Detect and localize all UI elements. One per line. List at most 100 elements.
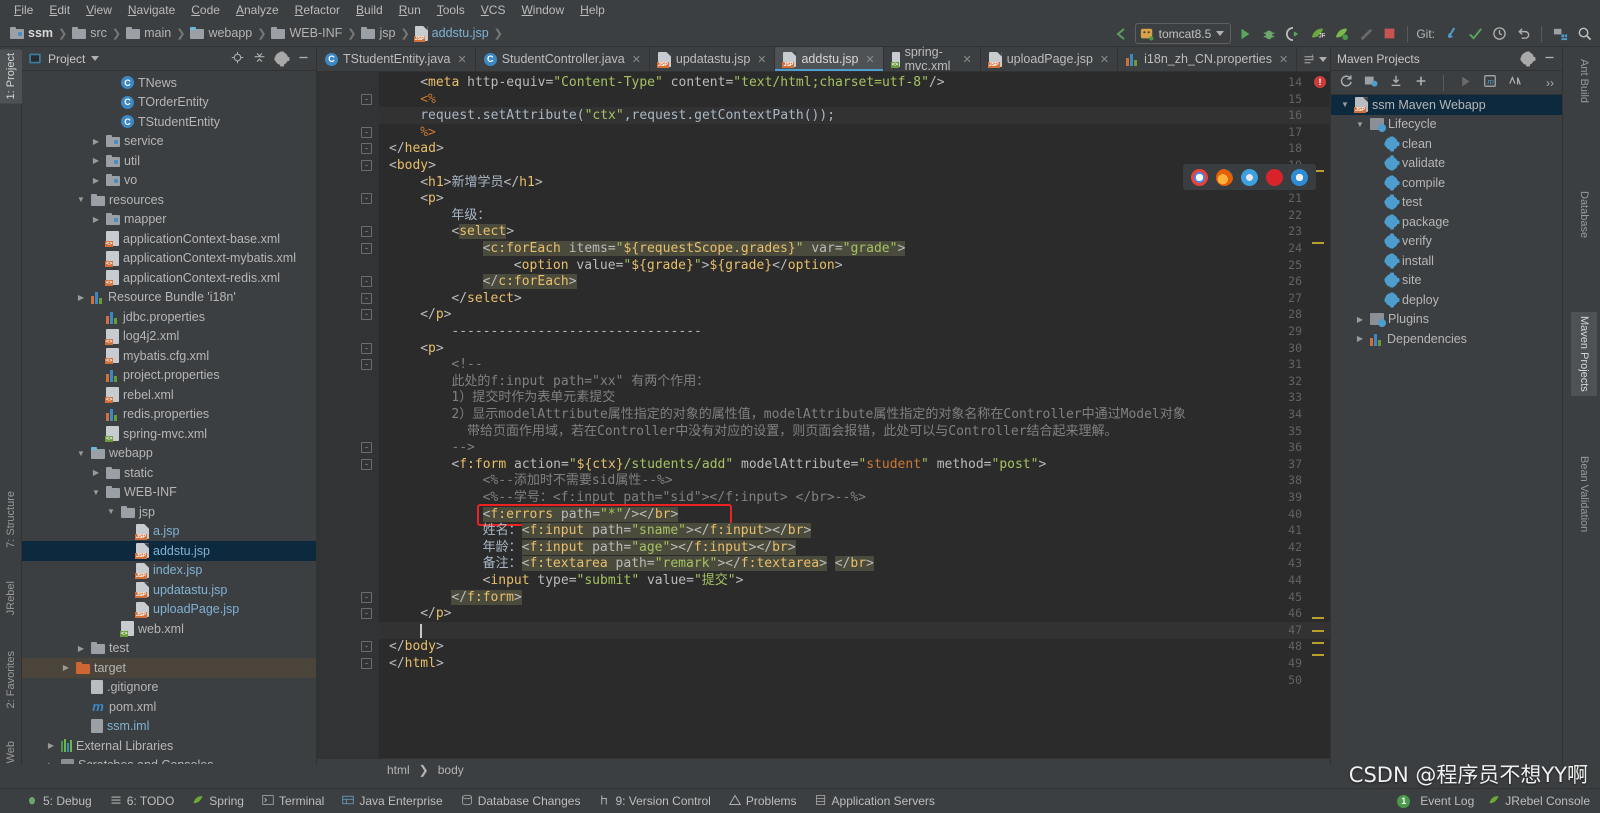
code-line[interactable]: <p> — [389, 341, 443, 358]
menu-item-run[interactable]: Run — [391, 1, 429, 19]
scrollbar-marker[interactable] — [1312, 242, 1324, 244]
safari-icon[interactable] — [1241, 168, 1258, 186]
code-line[interactable]: 年级： — [389, 208, 490, 225]
chevron-right-icon[interactable]: ▶ — [45, 741, 57, 750]
collapse-all-icon[interactable] — [253, 51, 266, 67]
code-line[interactable]: <f:form action="${ctx}/students/add" mod… — [389, 457, 1046, 474]
tree-node-updatastu-jsp[interactable]: updatastu.jsp — [22, 580, 316, 600]
code-fold-toggle[interactable]: - — [361, 193, 372, 205]
breadcrumb-item-ssm[interactable]: ssm — [8, 26, 55, 40]
jrebel-run-icon[interactable]: JR — [1307, 24, 1327, 44]
error-indicator-badge[interactable]: ! — [1314, 76, 1326, 88]
code-fold-toggle[interactable]: - — [361, 342, 372, 354]
menu-item-window[interactable]: Window — [513, 1, 572, 19]
hide-icon[interactable] — [297, 51, 310, 67]
rollback-icon[interactable] — [1513, 24, 1533, 44]
tree-node-resource-bundle--i18n-[interactable]: ▶ Resource Bundle 'i18n' — [22, 288, 316, 308]
breadcrumb-item-webapp[interactable]: webapp — [188, 26, 254, 40]
tree-node-scratches-and-consoles[interactable]: ▶ Scratches and Consoles — [22, 756, 316, 764]
editor-tab-studentcontroller-java[interactable]: C StudentController.java ✕ — [476, 47, 650, 71]
right-tool-tab-ant-build[interactable]: Ant Build — [1571, 55, 1597, 107]
menu-item-help[interactable]: Help — [572, 1, 613, 19]
menu-item-navigate[interactable]: Navigate — [120, 1, 183, 19]
right-tool-tab-maven-projects[interactable]: Maven Projects — [1571, 312, 1597, 396]
close-icon[interactable]: ✕ — [1100, 53, 1109, 66]
tree-node-external-libraries[interactable]: ▶ External Libraries — [22, 736, 316, 756]
chevron-right-icon[interactable]: ▶ — [45, 761, 57, 764]
locate-icon[interactable] — [231, 51, 244, 67]
maven-node-compile[interactable]: compile — [1331, 173, 1562, 193]
run-icon[interactable] — [1459, 75, 1472, 91]
maven-node-test[interactable]: test — [1331, 193, 1562, 213]
right-tool-tab-database[interactable]: Database — [1571, 187, 1597, 242]
code-line[interactable]: 带给页面作用域，若在Controller中没有对应的设置，则页面会报错，此处可以… — [389, 424, 1118, 441]
commit-icon[interactable] — [1465, 24, 1485, 44]
left-tool-tab-web[interactable]: Web — [0, 737, 22, 767]
firefox-icon[interactable] — [1216, 168, 1233, 186]
status-bar-item-terminal[interactable]: Terminal — [262, 794, 324, 809]
tree-node-pom-xml[interactable]: m pom.xml — [22, 697, 316, 717]
maven-node-deploy[interactable]: deploy — [1331, 290, 1562, 310]
code-line[interactable]: <input type="submit" value="提交"> — [389, 573, 744, 590]
code-fold-toggle[interactable]: - — [361, 93, 372, 105]
chevron-right-icon[interactable]: ▶ — [90, 137, 102, 146]
code-fold-toggle[interactable]: - — [361, 243, 372, 254]
tree-node-mybatis-cfg-xml[interactable]: mybatis.cfg.xml — [22, 346, 316, 366]
menu-item-code[interactable]: Code — [183, 1, 228, 19]
reimport-icon[interactable] — [1339, 74, 1353, 91]
close-icon[interactable]: ✕ — [1279, 53, 1288, 66]
status-bar-item-6--todo[interactable]: 6: TODO — [110, 794, 174, 809]
editor-tab-updatastu-jsp[interactable]: updatastu.jsp ✕ — [650, 47, 776, 71]
tree-node-spring-mvc-xml[interactable]: spring-mvc.xml — [22, 424, 316, 444]
code-fold-toggle[interactable]: - — [361, 226, 372, 238]
breadcrumb-item-web-inf[interactable]: WEB-INF — [269, 26, 344, 40]
code-fold-toggle[interactable]: - — [361, 442, 372, 454]
code-line[interactable]: <select> — [389, 224, 514, 241]
tree-node-util[interactable]: ▶ util — [22, 151, 316, 171]
breadcrumb-item-jsp[interactable]: jsp — [359, 26, 397, 40]
code-line[interactable]: 姓名：<f:input path="sname"></f:input></br> — [389, 523, 812, 540]
execute-goal-icon[interactable]: m — [1483, 74, 1497, 91]
chevron-down-icon[interactable]: ▼ — [1354, 120, 1366, 129]
gear-icon[interactable] — [1521, 52, 1534, 65]
update-project-icon[interactable] — [1441, 24, 1461, 44]
chevron-down-icon[interactable] — [1216, 31, 1225, 36]
chevron-right-icon[interactable]: ▶ — [60, 663, 72, 672]
close-icon[interactable]: ✕ — [457, 53, 466, 66]
scrollbar-marker[interactable] — [1312, 617, 1324, 619]
status-bar-item-problems[interactable]: Problems — [728, 794, 797, 809]
chevron-right-icon[interactable]: ▶ — [90, 156, 102, 165]
chrome-icon[interactable] — [1191, 168, 1208, 186]
tree-node-applicationcontext-redis-xml[interactable]: applicationContext-redis.xml — [22, 268, 316, 288]
code-line[interactable]: 2）显示modelAttribute属性指定的对象的属性值，modelAttri… — [389, 407, 1185, 424]
menu-item-refactor[interactable]: Refactor — [287, 1, 348, 19]
tree-node-jdbc-properties[interactable]: jdbc.properties — [22, 307, 316, 327]
code-fold-toggle[interactable]: - — [361, 608, 372, 620]
code-fold-toggle[interactable]: - — [361, 359, 372, 371]
gear-icon[interactable] — [275, 52, 288, 65]
code-line[interactable]: <option value="${grade}">${grade}</optio… — [389, 258, 843, 275]
code-line[interactable]: 此处的f:input path="xx" 有两个作用： — [389, 374, 709, 391]
project-tree[interactable]: C TNews C TOrderEntity C TStudentEntity ▶ servi… — [22, 71, 316, 764]
code-line[interactable]: <p> — [389, 191, 443, 208]
chevron-down-icon[interactable] — [91, 56, 100, 61]
close-icon[interactable]: ✕ — [865, 53, 874, 66]
tree-node-resources[interactable]: ▼ resources — [22, 190, 316, 210]
chevron-right-icon[interactable]: ▶ — [75, 293, 87, 302]
maven-node-clean[interactable]: clean — [1331, 134, 1562, 154]
tree-node-redis-properties[interactable]: redis.properties — [22, 405, 316, 425]
search-everywhere-icon[interactable] — [1574, 24, 1594, 44]
add-icon[interactable] — [1414, 74, 1428, 91]
tree-node-target[interactable]: ▶ target — [22, 658, 316, 678]
editor-breadcrumb-body[interactable]: body — [438, 763, 464, 777]
menu-item-build[interactable]: Build — [348, 1, 391, 19]
tree-node--gitignore[interactable]: .gitignore — [22, 678, 316, 698]
chevron-down-icon[interactable]: ▼ — [90, 488, 102, 497]
maven-node-plugins[interactable]: ▶ Plugins — [1331, 310, 1562, 330]
status-bar-item-application-servers[interactable]: Application Servers — [815, 794, 935, 809]
tree-node-applicationcontext-mybatis-xml[interactable]: applicationContext-mybatis.xml — [22, 249, 316, 269]
menu-item-file[interactable]: File — [6, 1, 41, 19]
code-line[interactable]: </c:forEach> — [389, 274, 577, 291]
code-fold-toggle[interactable]: - — [361, 143, 372, 155]
tree-node-addstu-jsp[interactable]: addstu.jsp — [22, 541, 316, 561]
